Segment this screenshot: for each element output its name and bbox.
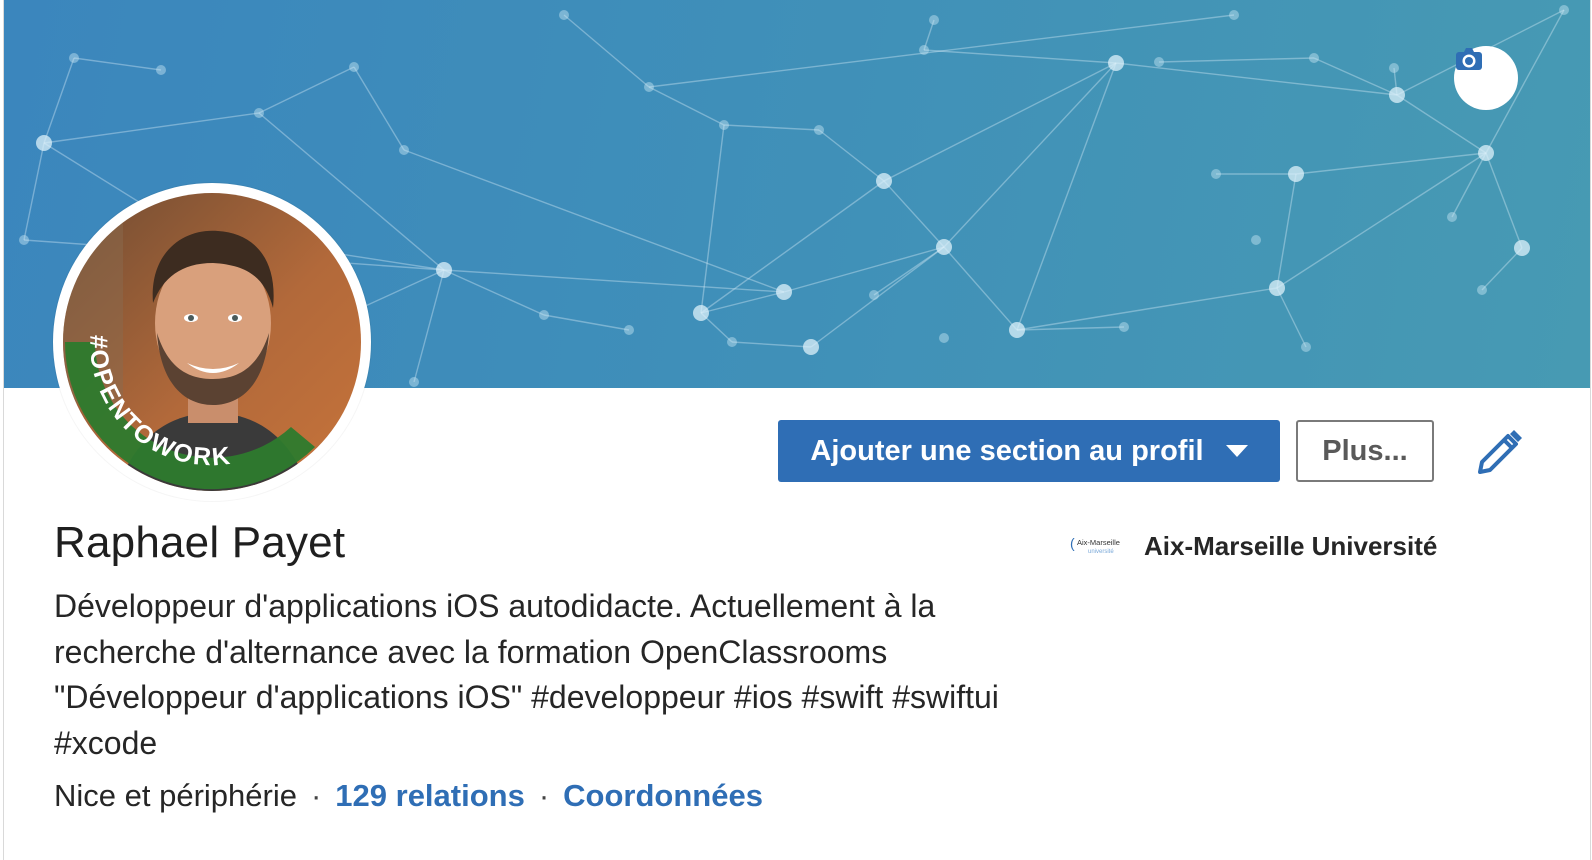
pencil-icon: [1478, 430, 1522, 474]
edit-banner-button[interactable]: [1454, 46, 1518, 110]
profile-headline: Développeur d'applications iOS autodidac…: [54, 588, 999, 761]
connections-link[interactable]: 129 relations: [335, 778, 525, 813]
profile-meta-line: Nice et périphérie · 129 relations · Coordon…: [54, 778, 763, 814]
avatar-image: #OPENTOWORK: [54, 184, 370, 500]
caret-down-icon: [1225, 445, 1248, 457]
separator-dot: ·: [310, 778, 322, 813]
education-link[interactable]: ( Aix-Marseille université Aix-Marseille…: [1068, 526, 1437, 566]
separator-dot: ·: [538, 778, 550, 813]
edit-intro-button[interactable]: [1472, 426, 1524, 478]
camera-icon: [1456, 48, 1482, 70]
svg-text:université: université: [1088, 549, 1114, 555]
more-button[interactable]: Plus...: [1296, 420, 1434, 482]
university-logo: ( Aix-Marseille université: [1068, 526, 1124, 566]
more-button-label: Plus...: [1322, 434, 1408, 467]
profile-name: Raphael Payet: [54, 518, 346, 567]
svg-text:(: (: [1070, 535, 1075, 551]
profile-photo[interactable]: #OPENTOWORK: [53, 183, 371, 501]
add-profile-section-label: Ajouter une section au profil: [810, 434, 1204, 467]
location-text: Nice et périphérie: [54, 778, 297, 813]
university-name: Aix-Marseille Université: [1144, 530, 1438, 561]
contact-info-link[interactable]: Coordonnées: [563, 778, 763, 813]
university-logo-text: Aix-Marseille: [1077, 538, 1120, 547]
add-profile-section-button[interactable]: Ajouter une section au profil: [778, 420, 1280, 482]
profile-card: #OPENTOWORK Ajouter une section au profi…: [3, 0, 1591, 860]
university-logo-image: ( Aix-Marseille université: [1070, 535, 1120, 555]
